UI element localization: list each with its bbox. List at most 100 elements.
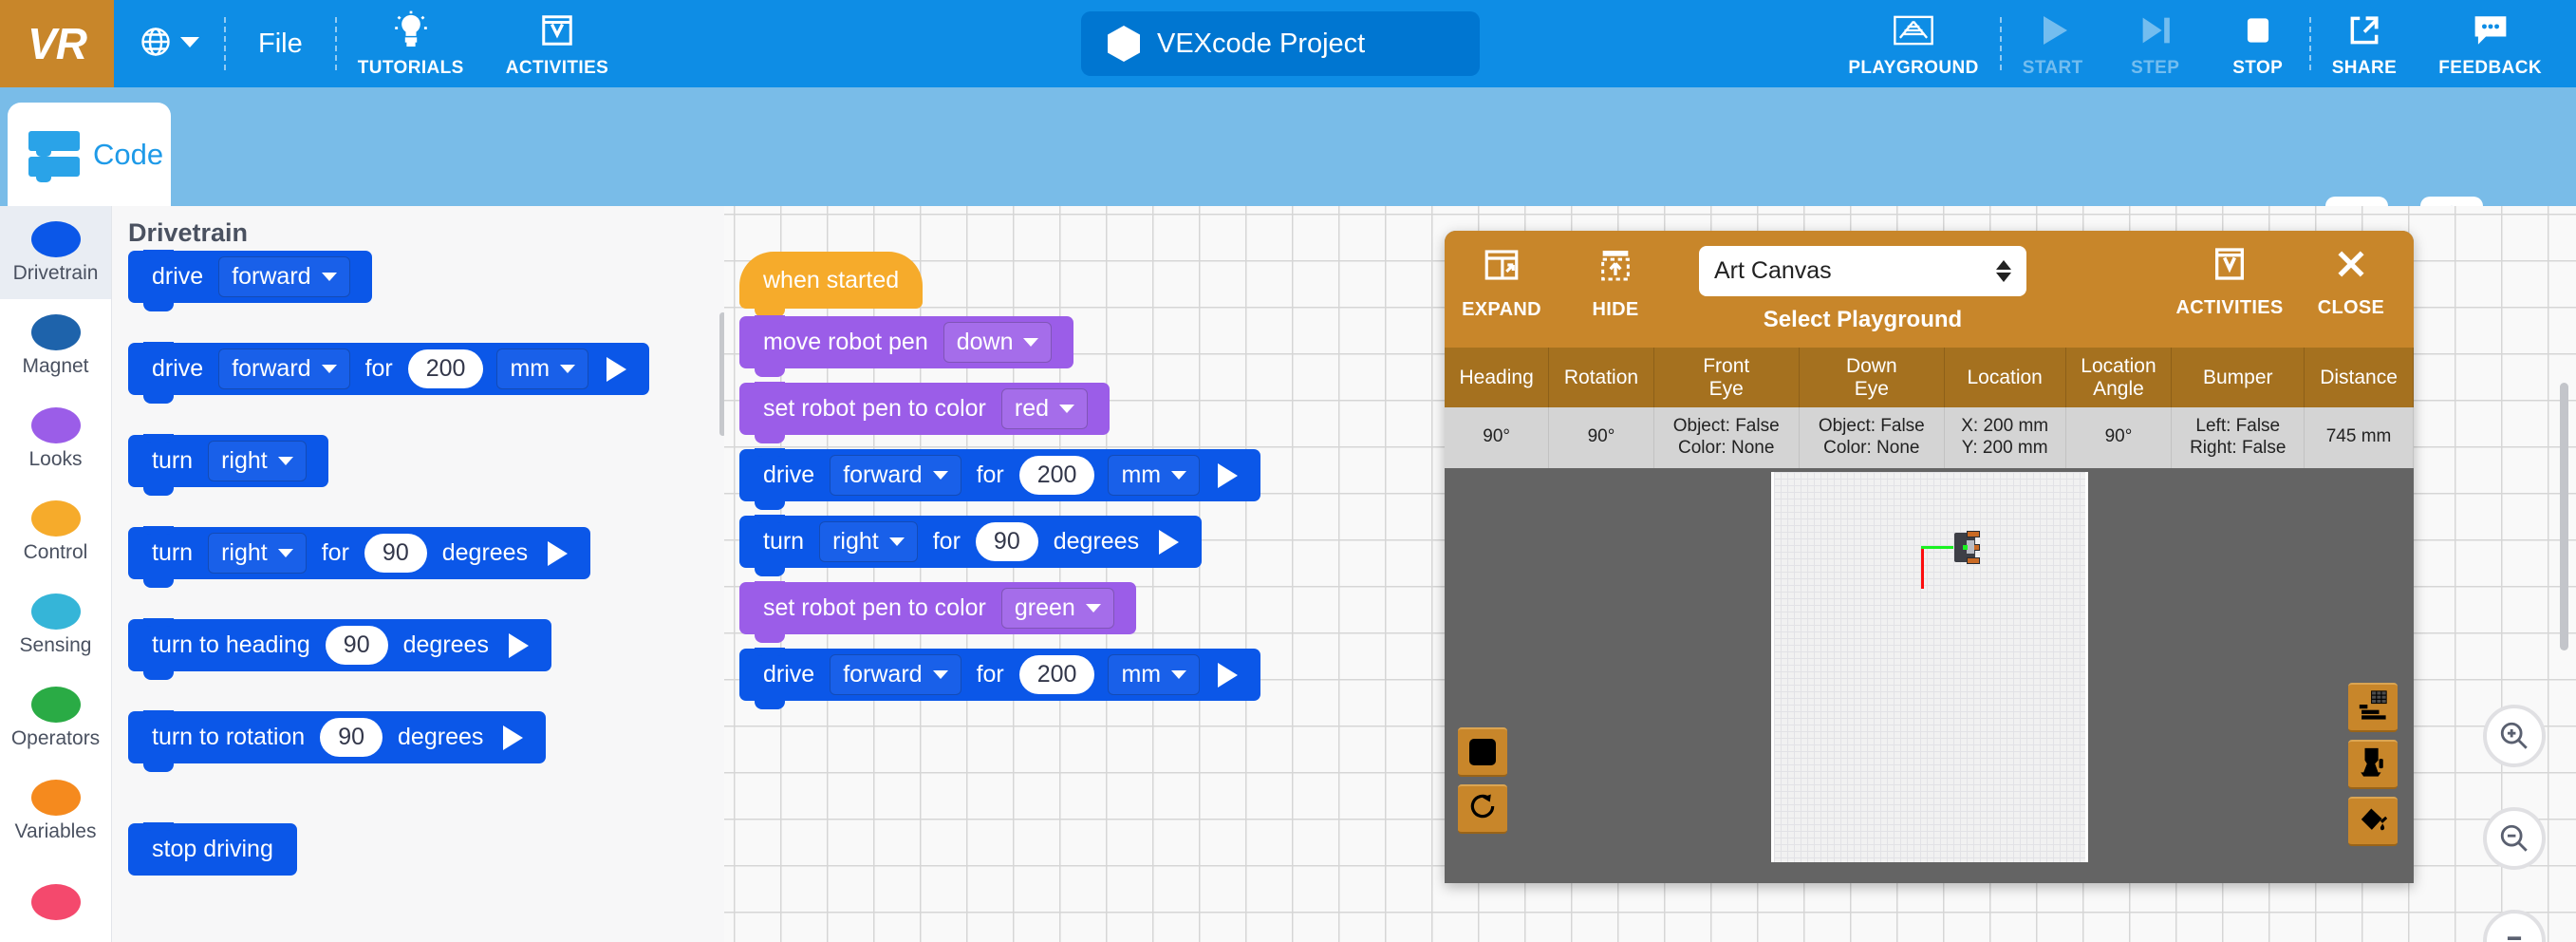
share-button[interactable]: SHARE xyxy=(2311,0,2418,87)
playground-close-button[interactable]: CLOSE xyxy=(2294,231,2408,319)
vexcode-vr-app: VR File TUTORIALS ACTIVITIES PLAYGROUND … xyxy=(0,0,2576,942)
sidebar-item-operators[interactable]: Operators xyxy=(0,671,111,764)
tutorials-button[interactable]: TUTORIALS xyxy=(337,0,485,87)
chevron-down-icon xyxy=(277,457,293,465)
block-label: for xyxy=(976,661,1004,688)
vr-robot[interactable] xyxy=(1951,530,1982,565)
stop-button[interactable]: STOP xyxy=(2207,0,2309,87)
hexagon-icon xyxy=(1108,26,1140,62)
sidebar-item-sensing[interactable]: Sensing xyxy=(0,578,111,671)
zoom-reset-button[interactable] xyxy=(2483,910,2546,942)
category-color-dot xyxy=(30,883,81,920)
workspace-block[interactable]: move robot pen down xyxy=(739,315,1074,377)
workspace-block[interactable]: when started xyxy=(739,252,924,317)
palette-block[interactable]: turn right xyxy=(128,434,328,496)
block-run-icon[interactable] xyxy=(1218,662,1239,688)
start-button[interactable]: START xyxy=(2002,0,2104,87)
chevron-down-icon xyxy=(932,471,948,480)
block-number-input[interactable]: 200 xyxy=(1018,456,1095,495)
workspace-block[interactable]: drive forward for 200 mm xyxy=(739,648,1261,709)
block-number-input[interactable]: 200 xyxy=(1018,655,1095,694)
chevron-down-icon xyxy=(180,35,199,53)
palette-block[interactable]: drive forward for 200 mm xyxy=(128,342,650,404)
art-canvas[interactable] xyxy=(1770,471,2088,862)
palette-block[interactable]: turn to rotation 90 degrees xyxy=(128,710,547,772)
feedback-button[interactable]: FEEDBACK xyxy=(2417,0,2563,87)
project-title-pill[interactable]: VEXcode Project xyxy=(1081,11,1480,76)
block-dropdown[interactable]: down xyxy=(943,322,1053,363)
palette-block[interactable]: turn to heading 90 degrees xyxy=(128,618,551,680)
workspace-block[interactable]: set robot pen to color green xyxy=(739,581,1136,643)
block-label: degrees xyxy=(441,539,529,566)
table-header-cell: Heading xyxy=(1445,348,1550,408)
step-button[interactable]: STEP xyxy=(2104,0,2207,87)
block-dropdown[interactable]: red xyxy=(1000,388,1089,429)
playground-label: PLAYGROUND xyxy=(1848,57,1979,78)
workspace-scrollbar[interactable] xyxy=(2560,383,2568,650)
playground-select[interactable]: Art Canvas xyxy=(1699,246,2026,296)
paint-tool-button[interactable] xyxy=(2348,796,2398,846)
block-palette[interactable]: Drivetrain drive forward drive forward for 20… xyxy=(112,206,724,942)
block-number-input[interactable]: 200 xyxy=(407,349,484,388)
block-dropdown[interactable]: forward xyxy=(218,349,350,389)
table-header-cell: Location Angle xyxy=(2065,348,2173,408)
block-dropdown[interactable]: right xyxy=(819,521,918,562)
block-number-input[interactable]: 90 xyxy=(320,718,383,757)
block-number-input[interactable]: 90 xyxy=(975,522,1038,561)
block-dropdown[interactable]: mm xyxy=(496,349,589,389)
zoom-out-button[interactable] xyxy=(2483,807,2546,870)
block-dropdown[interactable]: mm xyxy=(1108,455,1201,496)
block-dropdown[interactable]: right xyxy=(208,441,307,481)
palette-block[interactable]: drive forward xyxy=(128,250,372,311)
playground-activities-button[interactable]: ACTIVITIES xyxy=(2173,231,2287,319)
block-number-input[interactable]: 90 xyxy=(364,534,427,573)
block-dropdown[interactable]: forward xyxy=(218,256,350,297)
reset-playground-button[interactable] xyxy=(1458,783,1507,834)
pen-color-swatch-button[interactable] xyxy=(1458,726,1507,777)
block-dropdown[interactable]: right xyxy=(208,533,307,574)
tab-code[interactable]: Code xyxy=(8,103,171,206)
block-run-icon[interactable] xyxy=(1159,529,1180,555)
stamp-tool-button[interactable] xyxy=(2348,739,2398,789)
block-run-icon[interactable] xyxy=(1218,462,1239,488)
activities-button[interactable]: ACTIVITIES xyxy=(485,0,630,87)
palette-block[interactable]: turn right for 90 degrees xyxy=(128,526,591,588)
file-menu-button[interactable]: File xyxy=(226,0,335,87)
block-dropdown[interactable]: forward xyxy=(830,654,961,695)
block-label: set robot pen to color xyxy=(763,395,986,422)
workspace-block[interactable]: turn right for 90 degrees xyxy=(739,515,1203,576)
block-dropdown[interactable]: forward xyxy=(830,455,961,496)
sidebar-item-looks[interactable]: Looks xyxy=(0,392,111,485)
block-dropdown[interactable]: mm xyxy=(1108,654,1201,695)
block-dropdown[interactable]: green xyxy=(1000,588,1114,629)
hide-button[interactable]: HIDE xyxy=(1559,231,1672,321)
activities-label: ACTIVITIES xyxy=(505,57,609,78)
expand-button[interactable]: EXPAND xyxy=(1445,231,1559,321)
block-number-input[interactable]: 90 xyxy=(325,626,388,665)
palette-block[interactable]: stop driving xyxy=(128,822,297,876)
block-run-icon[interactable] xyxy=(548,540,569,566)
block-label: turn to rotation xyxy=(152,724,306,750)
sidebar-item-more[interactable] xyxy=(0,857,111,942)
sidebar-item-control[interactable]: Control xyxy=(0,485,111,578)
sidebar-item-magnet[interactable]: Magnet xyxy=(0,299,111,392)
block-run-icon[interactable] xyxy=(508,632,529,658)
block-label: drive xyxy=(763,462,815,488)
grid-tool-button[interactable] xyxy=(2348,682,2398,732)
tab-code-label: Code xyxy=(93,137,164,171)
workspace-block[interactable]: drive forward for 200 mm xyxy=(739,448,1261,510)
sidebar-item-variables[interactable]: Variables xyxy=(0,764,111,857)
playground-stage[interactable] xyxy=(1445,467,2414,862)
workspace-block[interactable]: set robot pen to color red xyxy=(739,382,1111,443)
feedback-label: FEEDBACK xyxy=(2438,57,2542,78)
sidebar-item-drivetrain[interactable]: Drivetrain xyxy=(0,206,111,299)
block-run-icon[interactable] xyxy=(607,356,627,382)
playground-select-label: Select Playground xyxy=(1763,307,1963,332)
comment-dots-icon xyxy=(2472,9,2510,51)
playground-button[interactable]: PLAYGROUND xyxy=(1827,0,1999,87)
language-selector[interactable] xyxy=(114,0,224,87)
block-label: for xyxy=(932,528,961,555)
zoom-in-button[interactable] xyxy=(2483,705,2546,767)
block-run-icon[interactable] xyxy=(503,725,524,750)
chevron-down-icon xyxy=(1059,405,1075,413)
